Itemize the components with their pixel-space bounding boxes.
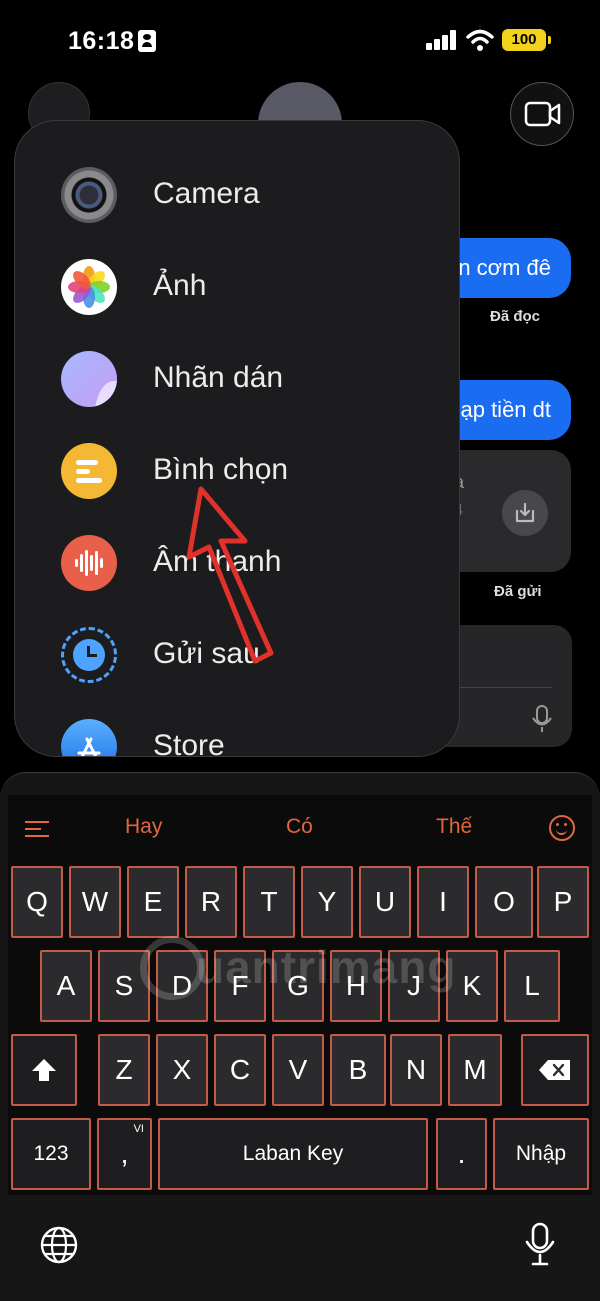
id-card-icon [138,30,156,52]
comma-key[interactable]: , VI [97,1118,152,1190]
comma-key-label: , [120,1138,129,1169]
cellular-signal-icon [426,30,458,50]
clock-icon [61,627,117,683]
poll-icon [61,443,117,499]
key-z[interactable]: Z [98,1034,150,1106]
menu-item-label: Store [153,729,225,757]
menu-item-label: Nhãn dán [153,361,284,394]
menu-item-label: Bình chọn [153,453,289,486]
watermark-logo [140,936,204,1000]
menu-item-label: Camera [153,177,260,210]
sent-receipt: Đã gửi [494,583,542,600]
keyboard-menu-icon[interactable] [25,821,49,839]
status-time: 16:18 [68,27,135,55]
period-key[interactable]: . [436,1118,487,1190]
key-m[interactable]: M [448,1034,502,1106]
video-call-button[interactable] [510,82,574,146]
camera-icon [61,167,117,223]
numbers-key[interactable]: 123 [11,1118,91,1190]
key-b[interactable]: B [330,1034,386,1106]
watermark-text: uantrimang [196,941,457,993]
key-p[interactable]: P [537,866,589,938]
suggestion-3[interactable]: Thế [436,815,472,839]
backspace-key[interactable] [521,1034,589,1106]
video-camera-icon [524,101,561,127]
key-a[interactable]: A [40,950,92,1022]
key-v[interactable]: V [272,1034,324,1106]
status-bar: 16:18 100 [0,0,600,80]
battery-indicator: 100 [502,29,551,51]
dictation-mic-icon[interactable] [524,1222,556,1266]
suggestion-1[interactable]: Hay [125,815,162,839]
download-button[interactable] [502,490,548,536]
key-n[interactable]: N [390,1034,442,1106]
key-w[interactable]: W [69,866,121,938]
key-q[interactable]: Q [11,866,63,938]
annotation-arrow-icon [186,486,274,664]
app-store-icon [61,719,117,756]
wifi-icon [466,29,494,51]
shift-key[interactable] [11,1034,77,1106]
enter-key[interactable]: Nhập [493,1118,589,1190]
sticker-icon [61,351,117,407]
backspace-icon [539,1060,570,1080]
emoji-icon[interactable] [549,815,575,841]
key-u[interactable]: U [359,866,411,938]
read-receipt: Đã đọc [490,308,541,325]
key-y[interactable]: Y [301,866,353,938]
menu-item-label: Ảnh [153,269,207,302]
key-x[interactable]: X [156,1034,208,1106]
photos-icon [61,259,117,315]
microphone-icon[interactable] [532,705,552,733]
key-r[interactable]: R [185,866,237,938]
shift-arrow-icon [32,1059,56,1081]
sound-wave-icon [61,535,117,591]
globe-icon[interactable] [40,1226,78,1264]
key-o[interactable]: O [475,866,533,938]
menu-item-store[interactable]: Store [15,703,459,757]
menu-item-camera[interactable]: Camera [15,151,459,243]
menu-item-stickers[interactable]: Nhãn dán [15,335,459,427]
key-e[interactable]: E [127,866,179,938]
key-i[interactable]: I [417,866,469,938]
key-t[interactable]: T [243,866,295,938]
space-key[interactable]: Laban Key [158,1118,428,1190]
suggestion-2[interactable]: Có [286,815,313,839]
menu-item-photos[interactable]: Ảnh [15,243,459,335]
download-icon [515,502,535,523]
language-indicator: VI [133,1123,144,1135]
key-c[interactable]: C [214,1034,266,1106]
key-l[interactable]: L [504,950,560,1022]
